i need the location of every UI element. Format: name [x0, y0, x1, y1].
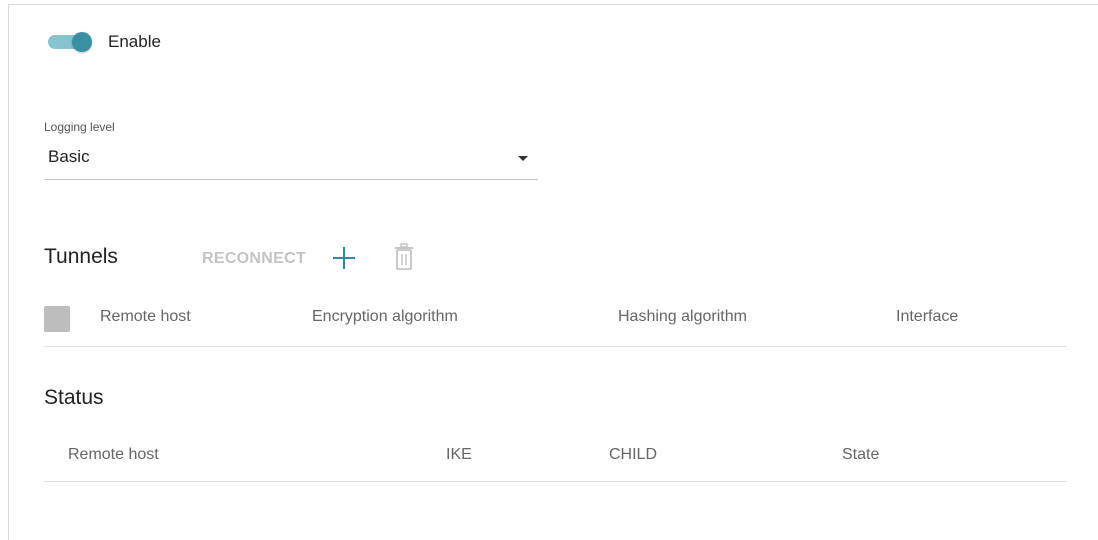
select-all-checkbox[interactable]	[44, 306, 70, 332]
content-panel	[8, 4, 1098, 540]
column-header-interface[interactable]: Interface	[896, 308, 958, 326]
column-header-encryption[interactable]: Encryption algorithm	[312, 308, 458, 326]
tunnels-title: Tunnels	[44, 245, 118, 268]
chevron-down-icon	[518, 156, 528, 161]
trash-icon	[395, 243, 413, 270]
add-tunnel-button[interactable]	[331, 245, 357, 271]
tunnels-table-divider	[44, 346, 1067, 347]
column-header-state[interactable]: State	[842, 446, 879, 464]
status-table-divider	[44, 481, 1067, 482]
delete-tunnel-button[interactable]	[394, 243, 414, 271]
column-header-child[interactable]: CHILD	[609, 446, 657, 464]
column-header-hashing[interactable]: Hashing algorithm	[618, 308, 747, 326]
logging-level-value: Basic	[48, 147, 90, 166]
status-title: Status	[44, 386, 104, 409]
logging-level-select[interactable]: Basic	[44, 140, 538, 180]
logging-level-label: Logging level	[44, 120, 115, 134]
plus-icon	[333, 247, 355, 269]
enable-toggle[interactable]	[48, 32, 92, 52]
toggle-thumb	[72, 32, 92, 52]
column-header-status-remote-host[interactable]: Remote host	[68, 446, 159, 464]
enable-label: Enable	[108, 32, 161, 51]
column-header-remote-host[interactable]: Remote host	[100, 308, 191, 326]
column-header-ike[interactable]: IKE	[446, 446, 472, 464]
reconnect-button[interactable]: RECONNECT	[202, 250, 306, 268]
